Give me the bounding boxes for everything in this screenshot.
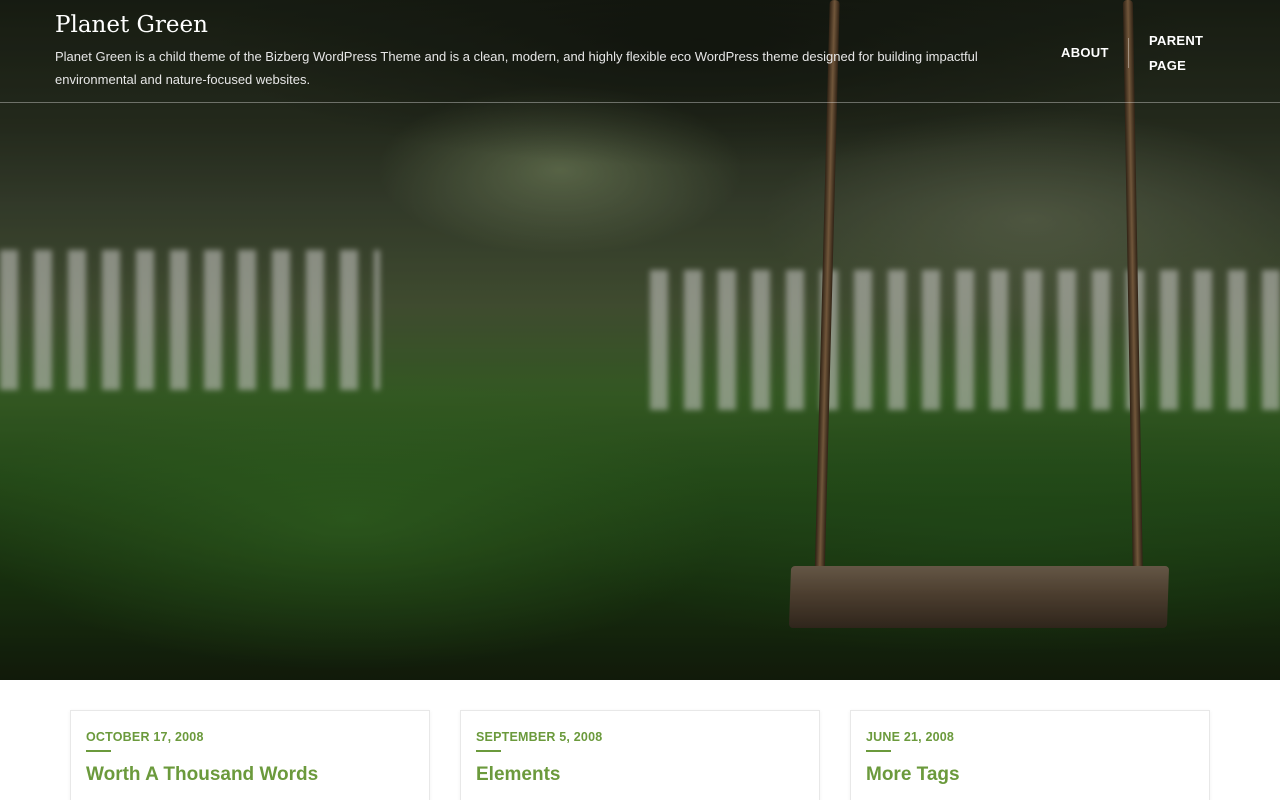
post-date[interactable]: JUNE 21, 2008 <box>866 730 954 744</box>
date-underline <box>476 750 501 752</box>
post-title[interactable]: More Tags <box>866 764 960 786</box>
nav-item-about[interactable]: ABOUT <box>1061 40 1109 65</box>
site-header: Planet Green Planet Green is a child the… <box>0 0 1280 103</box>
post-list: OCTOBER 17, 2008 Worth A Thousand Words … <box>0 680 1280 800</box>
nav-divider <box>1128 38 1129 68</box>
site-title[interactable]: Planet Green <box>55 12 208 38</box>
post-title[interactable]: Elements <box>476 764 560 786</box>
site-description: Planet Green is a child theme of the Biz… <box>55 49 978 87</box>
post-card: SEPTEMBER 5, 2008 Elements <box>460 710 820 800</box>
post-date[interactable]: SEPTEMBER 5, 2008 <box>476 730 602 744</box>
post-title[interactable]: Worth A Thousand Words <box>86 764 318 786</box>
nav-item-parent-page[interactable]: PARENT PAGE <box>1149 28 1219 78</box>
post-card: JUNE 21, 2008 More Tags <box>850 710 1210 800</box>
post-date[interactable]: OCTOBER 17, 2008 <box>86 730 204 744</box>
date-underline <box>866 750 891 752</box>
date-underline <box>86 750 111 752</box>
post-card: OCTOBER 17, 2008 Worth A Thousand Words <box>70 710 430 800</box>
